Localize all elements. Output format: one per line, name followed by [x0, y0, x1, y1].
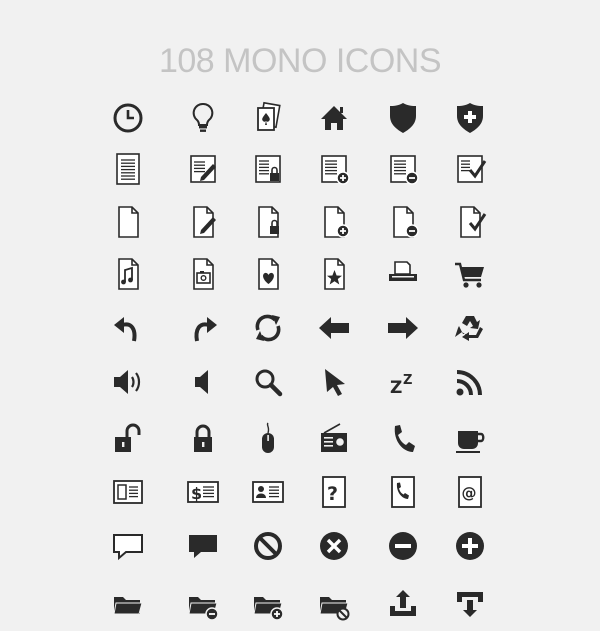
shield-icon [383, 98, 423, 138]
sleep-zz-icon: ZZ [383, 362, 423, 402]
folder-add-icon [248, 584, 288, 624]
page-heart-icon [248, 254, 288, 294]
speech-bubble-outline-icon [108, 526, 148, 566]
telephone-icon [383, 419, 423, 459]
coffee-cup-icon [450, 419, 490, 459]
page-add-icon [314, 202, 354, 242]
phone-book-icon [383, 472, 423, 512]
page-star-icon [314, 254, 354, 294]
icon-grid: Z Z $? @ [0, 0, 600, 631]
id-card-icon [248, 472, 288, 512]
page-lock-icon [248, 202, 288, 242]
document-check-icon [450, 149, 490, 189]
volume-mute-icon [183, 362, 223, 402]
arrow-right-icon [383, 308, 423, 348]
newspaper-icon [108, 472, 148, 512]
home-icon [314, 98, 354, 138]
shopping-cart-icon [450, 254, 490, 294]
document-remove-icon [383, 149, 423, 189]
page-blank-icon [108, 202, 148, 242]
printer-icon [383, 254, 423, 294]
svg-text:Z: Z [403, 373, 412, 388]
page-photo-icon [183, 254, 223, 294]
block-forbidden-icon [248, 526, 288, 566]
plus-circle-icon [450, 526, 490, 566]
cursor-icon [314, 362, 354, 402]
dollar-bill-icon: $ [183, 472, 223, 512]
playing-cards-icon [248, 98, 288, 138]
svg-text:Z: Z [390, 378, 402, 398]
page-music-icon [108, 254, 148, 294]
tray-download-icon [450, 584, 490, 624]
lightbulb-icon [183, 98, 223, 138]
svg-text:?: ? [327, 483, 338, 505]
tray-upload-icon [383, 584, 423, 624]
volume-high-icon [108, 362, 148, 402]
radio-icon [314, 419, 354, 459]
speech-bubble-filled-icon [183, 526, 223, 566]
rss-feed-icon [450, 362, 490, 402]
redo-arrow-icon [183, 308, 223, 348]
page-check-icon [450, 202, 490, 242]
close-circle-icon [314, 526, 354, 566]
svg-text:$: $ [191, 484, 202, 503]
document-lines-icon [108, 149, 148, 189]
page-edit-icon [183, 202, 223, 242]
shield-plus-icon [450, 98, 490, 138]
arrow-left-icon [314, 308, 354, 348]
minus-circle-icon [383, 526, 423, 566]
unlocked-padlock-icon [108, 419, 148, 459]
magnifier-icon [248, 362, 288, 402]
folder-remove-icon [183, 584, 223, 624]
page-remove-icon [383, 202, 423, 242]
recycle-icon [450, 308, 490, 348]
clock-icon [108, 98, 148, 138]
email-at-icon: @ [450, 472, 490, 512]
svg-text:@: @ [462, 484, 477, 502]
document-edit-icon [183, 149, 223, 189]
folder-blocked-icon [314, 584, 354, 624]
help-question-icon: ? [314, 472, 354, 512]
document-add-icon [314, 149, 354, 189]
document-lock-icon [248, 149, 288, 189]
computer-mouse-icon [248, 419, 288, 459]
refresh-icon [248, 308, 288, 348]
folder-icon [108, 584, 148, 624]
undo-arrow-icon [108, 308, 148, 348]
locked-padlock-icon [183, 419, 223, 459]
